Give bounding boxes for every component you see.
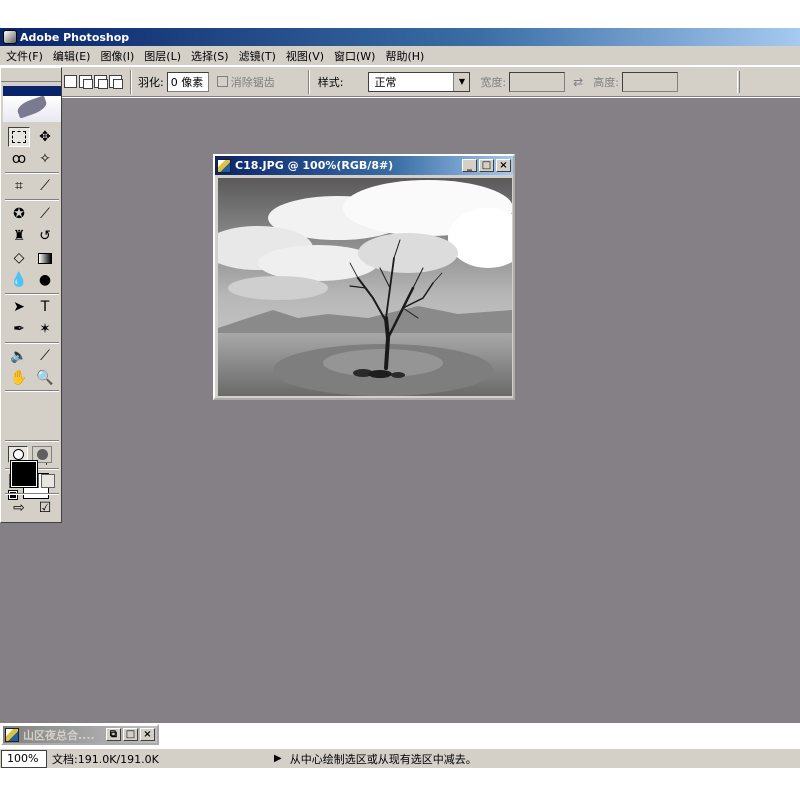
menu-bar: 文件(F) 编辑(E) 图像(I) 图层(L) 选择(S) 滤镜(T) 视图(V… (0, 46, 800, 66)
photoshop-app-icon[interactable] (3, 30, 17, 44)
app-titlebar[interactable]: Adobe Photoshop (0, 28, 800, 46)
document-titlebar[interactable]: C18.JPG @ 100%(RGB/8#) _ □ × (215, 156, 513, 175)
width-input[interactable] (509, 71, 566, 92)
antialias-checkbox[interactable] (216, 76, 228, 87)
subtract-from-selection-button[interactable] (94, 75, 108, 89)
status-hint: 从中心绘制选区或从现有选区中减去。 (289, 752, 477, 766)
maximize-button[interactable]: □ (123, 728, 138, 741)
options-bar: 羽化: 0 像素 消除锯齿 样式: 正常 ▼ 宽度: ⇄ 高度: (0, 67, 800, 97)
divider (5, 493, 59, 495)
path-selection-tool-icon[interactable]: ➤ (8, 297, 30, 317)
full-screen-mode-button[interactable] (41, 474, 55, 488)
custom-shape-tool-icon[interactable]: ✶ (34, 319, 56, 339)
width-label: 宽度: (480, 75, 507, 89)
pen-tool-icon[interactable]: ✒ (8, 319, 30, 339)
quick-mask-icon (36, 449, 48, 460)
style-select[interactable]: 正常 ▼ (368, 71, 471, 92)
add-to-selection-button[interactable] (79, 75, 93, 89)
restore-button[interactable]: ⧉ (106, 728, 121, 741)
status-bar: 100% 文档:191.0K/191.0K ▶ 从中心绘制选区或从现有选区中减去… (0, 748, 800, 768)
rectangular-marquee-tool-icon[interactable] (8, 127, 30, 147)
image-canvas[interactable] (218, 178, 512, 396)
minimize-button[interactable]: _ (462, 159, 477, 172)
type-tool-icon[interactable]: T (34, 297, 56, 317)
menu-window[interactable]: 窗口(W) (329, 48, 380, 64)
history-brush-tool-icon[interactable]: ↺ (34, 226, 56, 246)
menu-file[interactable]: 文件(F) (1, 48, 48, 64)
menu-edit[interactable]: 编辑(E) (48, 48, 96, 64)
feather-label: 羽化: (138, 75, 164, 89)
document-size-info: 文档:191.0K/191.0K (52, 752, 159, 766)
height-input[interactable] (621, 71, 678, 92)
minimized-document-title: 山区夜总合.... (23, 728, 95, 742)
divider (5, 199, 59, 201)
hand-tool-icon[interactable]: ✋ (8, 368, 30, 388)
adobe-online-button[interactable] (3, 86, 61, 122)
menu-select[interactable]: 选择(S) (186, 48, 234, 64)
eyedropper-tool-icon[interactable]: ⟋ (34, 346, 56, 366)
divider (5, 342, 59, 344)
menu-help[interactable]: 帮助(H) (380, 48, 429, 64)
swap-width-height-icon[interactable]: ⇄ (573, 75, 583, 89)
imageready-icon[interactable]: ☑ (34, 498, 56, 518)
maximize-button[interactable]: □ (479, 159, 494, 172)
standard-mode-icon (12, 449, 24, 460)
divider (5, 172, 59, 174)
divider (307, 69, 310, 94)
menu-filter[interactable]: 滤镜(T) (234, 48, 281, 64)
minimized-document-window[interactable]: 山区夜总合.... ⧉ □ × (1, 724, 159, 745)
new-selection-button[interactable] (64, 75, 77, 88)
height-label: 高度: (593, 75, 619, 89)
document-icon[interactable] (217, 158, 231, 173)
move-tool-icon[interactable]: ✥ (34, 127, 56, 147)
slice-tool-icon[interactable]: ⟋ (34, 176, 56, 196)
feather-input[interactable]: 0 像素 (166, 71, 209, 92)
clone-stamp-tool-icon[interactable]: ♜ (8, 226, 30, 246)
lasso-tool-icon[interactable]: ꝏ (8, 149, 30, 169)
notes-tool-icon[interactable]: 🔈 (8, 346, 30, 366)
magic-wand-tool-icon[interactable]: ✧ (34, 149, 56, 169)
feather-icon (15, 95, 49, 119)
landscape-photo (218, 178, 512, 396)
gradient-tool-icon[interactable] (34, 248, 56, 268)
foreground-color-swatch[interactable] (10, 460, 38, 488)
eraser-tool-icon[interactable]: ◇ (8, 248, 30, 268)
app-title: Adobe Photoshop (20, 30, 130, 44)
document-icon[interactable] (5, 727, 19, 742)
antialias-label: 消除锯齿 (230, 75, 275, 89)
divider (5, 293, 59, 295)
divider (130, 69, 132, 94)
document-window: C18.JPG @ 100%(RGB/8#) _ □ × (213, 154, 515, 400)
toolbox-grip[interactable] (1, 68, 61, 82)
close-button[interactable]: × (140, 728, 155, 741)
menu-image[interactable]: 图像(I) (95, 48, 139, 64)
zoom-input[interactable]: 100% (1, 749, 47, 768)
divider (5, 440, 59, 442)
brush-tool-icon[interactable]: ⟋ (34, 204, 56, 224)
zoom-tool-icon[interactable]: 🔍 (34, 368, 56, 388)
blur-tool-icon[interactable]: 💧 (8, 270, 30, 290)
status-menu-arrow-icon[interactable]: ▶ (274, 753, 282, 764)
dodge-tool-icon[interactable]: ● (34, 270, 56, 290)
chevron-down-icon[interactable]: ▼ (453, 72, 470, 91)
style-label: 样式: (317, 75, 344, 89)
divider (5, 390, 59, 392)
jump-to-imageready-icon[interactable]: ⇨ (8, 498, 30, 518)
healing-brush-tool-icon[interactable]: ✪ (8, 204, 30, 224)
menu-layer[interactable]: 图层(L) (139, 48, 186, 64)
intersect-selection-button[interactable] (109, 75, 123, 89)
document-title: C18.JPG @ 100%(RGB/8#) (235, 159, 394, 172)
crop-tool-icon[interactable]: ⌗ (8, 176, 30, 196)
palette-well-grip[interactable] (737, 70, 740, 93)
toolbox: ✥ ꝏ ✧ ⌗ ⟋ ✪ ⟋ ♜ ↺ ◇ 💧 ● ➤ T ✒ ✶ 🔈 ⟋ ✋ 🔍 … (0, 67, 62, 523)
style-select-value: 正常 (374, 75, 397, 89)
menu-view[interactable]: 视图(V) (281, 48, 329, 64)
close-button[interactable]: × (496, 159, 511, 172)
